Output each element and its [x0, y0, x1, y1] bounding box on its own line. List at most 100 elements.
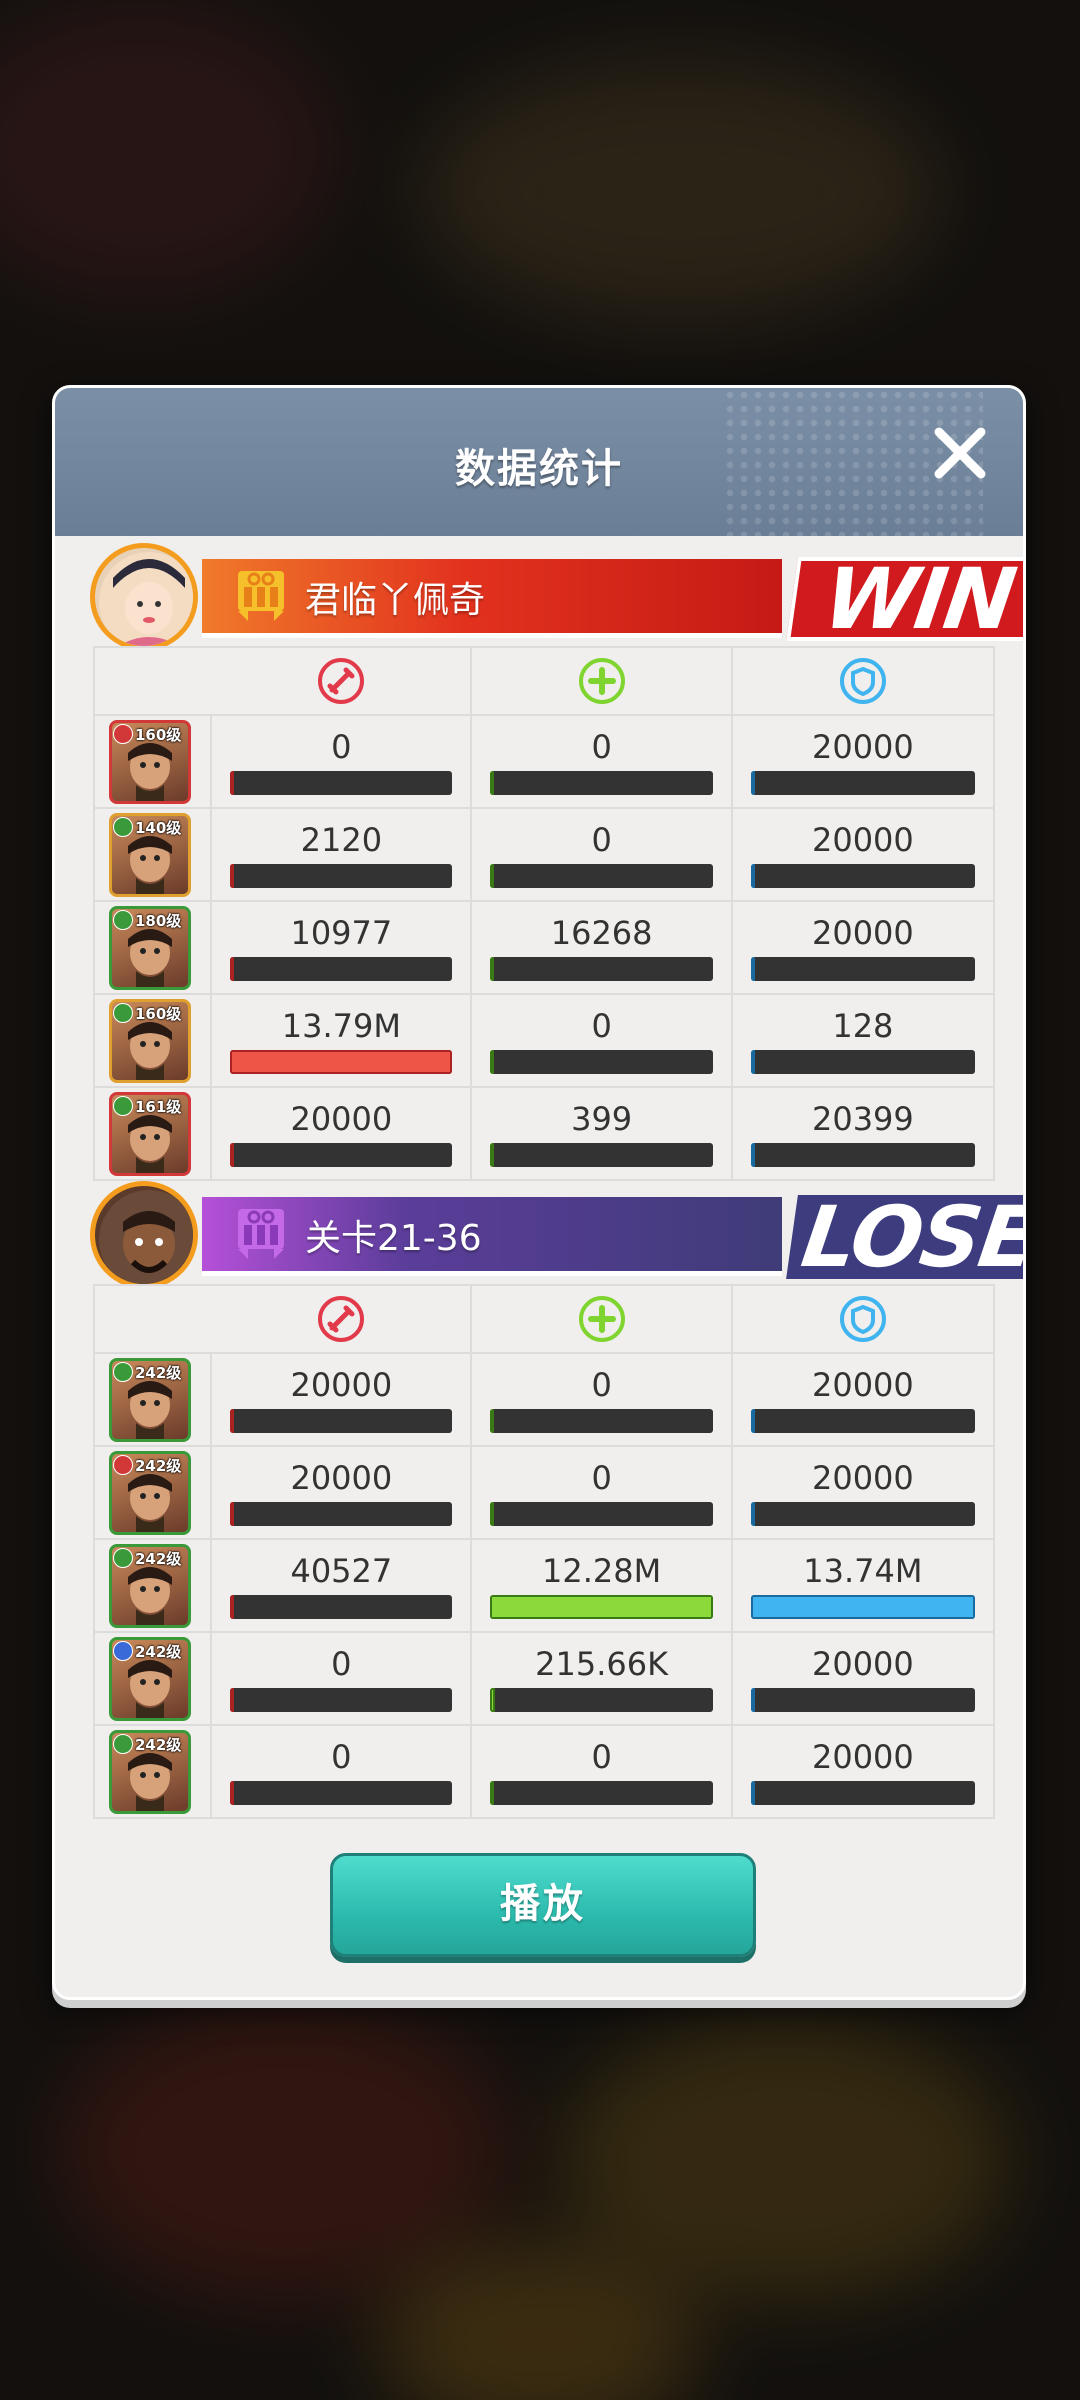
stat-bar-fill: [750, 957, 755, 981]
hero-level: 180级: [135, 912, 182, 930]
tank-stat-cell: 13.74M: [733, 1540, 993, 1631]
tank-column-header: [733, 648, 993, 714]
stat-bar-fill: [490, 771, 495, 795]
stat-bar-fill: [230, 1409, 235, 1433]
stat-bar-fill: [490, 1595, 713, 1619]
heal-stat-cell: 16268: [472, 902, 733, 993]
hero-cell: 140级: [95, 809, 213, 900]
stat-bar-fill: [490, 1781, 495, 1805]
heal-column-header: [472, 648, 733, 714]
enemy-avatar[interactable]: [90, 1181, 198, 1289]
stat-bar: [230, 1502, 453, 1526]
stat-bar-fill: [490, 1050, 495, 1074]
hero-cell: 160级: [95, 995, 213, 1086]
stat-bar: [230, 1143, 453, 1167]
faction-icon: [113, 1362, 133, 1382]
tank-stat-cell: 20000: [733, 1726, 993, 1817]
stat-bar-fill: [750, 1409, 755, 1433]
stat-value: 20399: [811, 1100, 914, 1138]
stat-bar-fill: [750, 1050, 755, 1074]
heal-column-header: [472, 1286, 733, 1352]
player-avatar[interactable]: [90, 543, 198, 651]
hero-stat-row: 242级 0 0 20000: [95, 1724, 993, 1817]
stat-bar: [230, 1409, 453, 1433]
heal-stat-cell: 0: [472, 1726, 733, 1817]
stat-bar: [750, 1409, 975, 1433]
stat-bar: [490, 1502, 713, 1526]
damage-stat-cell: 0: [212, 716, 473, 807]
stat-bar: [490, 864, 713, 888]
close-icon: [934, 427, 986, 479]
hero-cell: 160级: [95, 716, 213, 807]
stat-bar: [490, 1050, 713, 1074]
stat-bar: [750, 1050, 975, 1074]
hero-stat-row: 161级 20000 399 20399: [95, 1086, 993, 1179]
heal-stat-cell: 0: [472, 995, 733, 1086]
stat-bar-fill: [750, 1502, 755, 1526]
stat-value: 16268: [550, 914, 653, 952]
stat-value: 40527: [290, 1552, 393, 1590]
stats-header-row: [95, 1286, 993, 1352]
hero-stat-row: 160级 13.79M 0 128: [95, 993, 993, 1086]
close-button[interactable]: [925, 418, 995, 488]
stat-value: 215.66K: [535, 1645, 669, 1683]
tank-stat-cell: 20000: [733, 716, 993, 807]
damage-stat-cell: 0: [212, 1726, 473, 1817]
stat-bar-fill: [230, 1688, 235, 1712]
stat-bar-fill: [750, 1595, 975, 1619]
stat-bar-fill: [230, 1143, 235, 1167]
shield-tank-icon: [839, 658, 886, 704]
team-stats-grid: 242级 20000 0 20000 242级 20000 0 20000 242级 40527 1…: [93, 1284, 995, 1819]
win-badge: WIN: [786, 557, 1023, 641]
hero-stat-row: 180级 10977 16268 20000: [95, 900, 993, 993]
stat-bar-fill: [750, 1143, 755, 1167]
stat-bar-fill: [750, 771, 755, 795]
hero-level: 161级: [135, 1098, 182, 1116]
stat-bar-fill: [750, 864, 755, 888]
sword-damage-icon: [318, 658, 365, 704]
damage-stat-cell: 20000: [212, 1447, 473, 1538]
heal-stat-cell: 0: [472, 1447, 733, 1538]
heal-cross-icon: [578, 658, 625, 704]
stat-bar-fill: [230, 1050, 453, 1074]
stat-value: 0: [331, 728, 352, 766]
damage-column-header: [212, 648, 473, 714]
hero-cell: 242级: [95, 1540, 213, 1631]
stat-value: 0: [591, 1738, 612, 1776]
stat-value: 0: [591, 1459, 612, 1497]
stat-value: 0: [591, 821, 612, 859]
hero-level: 242级: [135, 1643, 182, 1661]
stat-value: 20000: [811, 1366, 914, 1404]
tank-stat-cell: 20000: [733, 809, 993, 900]
stat-bar: [230, 771, 453, 795]
stat-bar-fill: [750, 1688, 755, 1712]
tank-stat-cell: 20399: [733, 1088, 993, 1179]
stat-value: 20000: [811, 1459, 914, 1497]
hero-level: 242级: [135, 1736, 182, 1754]
tank-stat-cell: 20000: [733, 902, 993, 993]
faction-icon: [113, 1641, 133, 1661]
stat-bar-fill: [750, 1781, 755, 1805]
heal-stat-cell: 12.28M: [472, 1540, 733, 1631]
stat-value: 20000: [290, 1100, 393, 1138]
faction-icon: [113, 817, 133, 837]
tank-stat-cell: 20000: [733, 1633, 993, 1724]
hero-stat-row: 242级 0 215.66K 20000: [95, 1631, 993, 1724]
dialog-header: 数据统计: [55, 388, 1023, 536]
stat-value: 20000: [290, 1366, 393, 1404]
lose-badge: LOSE: [786, 1195, 1023, 1279]
stat-bar: [750, 771, 975, 795]
hero-cell: 242级: [95, 1447, 213, 1538]
stat-bar: [230, 957, 453, 981]
hero-stat-row: 160级 0 0 20000: [95, 714, 993, 807]
stat-bar: [750, 1143, 975, 1167]
damage-stat-cell: 0: [212, 1633, 473, 1724]
play-replay-button[interactable]: 播放: [330, 1853, 756, 1957]
stat-bar: [490, 957, 713, 981]
hero-cell: 242级: [95, 1726, 213, 1817]
team-name: 关卡21-36: [305, 1218, 482, 1259]
faction-icon: [113, 1096, 133, 1116]
stat-bar: [750, 1688, 975, 1712]
hero-stat-row: 242级 40527 12.28M 13.74M: [95, 1538, 993, 1631]
stats-header-row: [95, 648, 993, 714]
